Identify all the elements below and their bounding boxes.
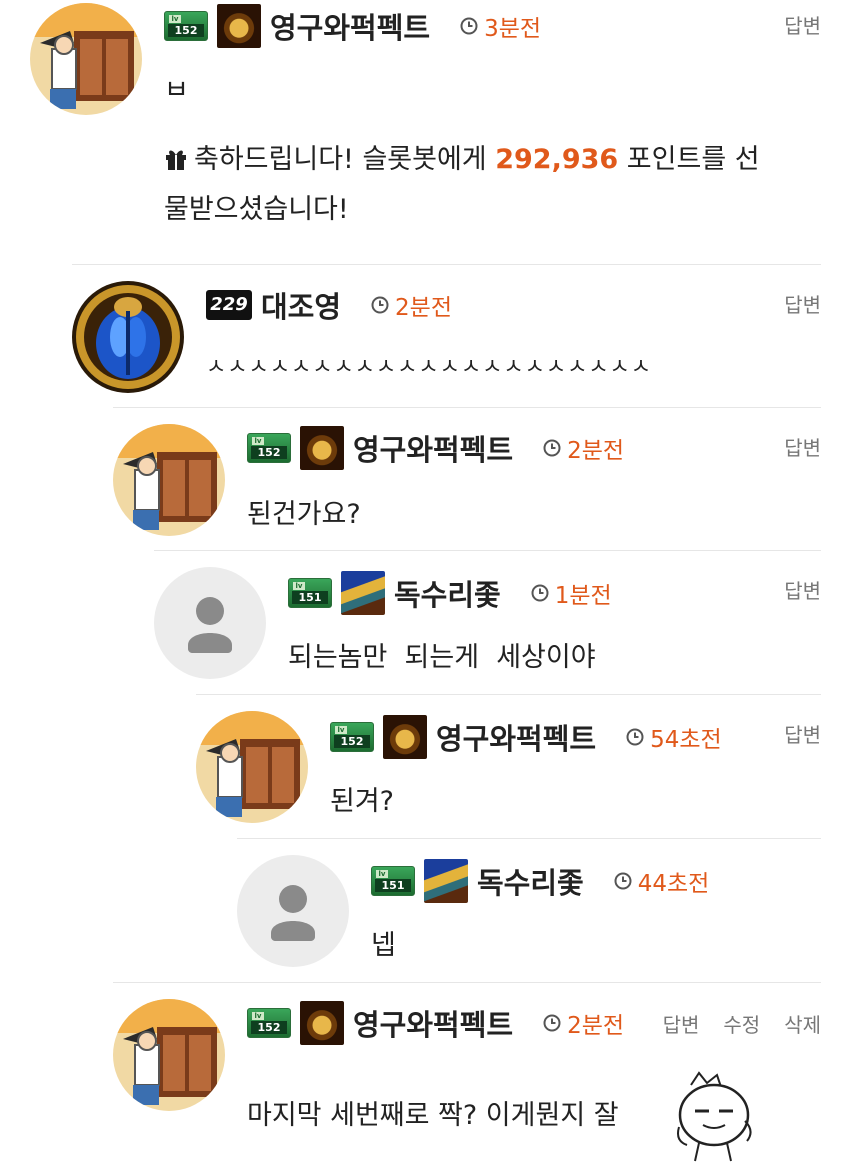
timestamp: 44초전 <box>614 864 709 898</box>
reply-button[interactable]: 답변 <box>784 719 821 748</box>
comment-item: lv 152 영구와퍽펙트 2분전 답변 된건가요? <box>113 407 821 550</box>
avatar-egypt-door-image <box>196 711 308 823</box>
avatar[interactable] <box>237 855 349 967</box>
comment-actions: 답변 <box>784 10 821 39</box>
comment-text: ㅂ <box>164 75 189 106</box>
sticker-emoticon-icon <box>677 1071 752 1162</box>
comment-item: 229 대조영 2분전 답변 ㅅㅅㅅㅅㅅㅅㅅㅅㅅㅅㅅㅅㅅㅅㅅㅅㅅㅅㅅㅅㅅ <box>72 264 821 407</box>
clock-icon <box>543 439 561 457</box>
clock-icon <box>460 17 478 35</box>
clock-icon <box>371 296 389 314</box>
comment-text: 되는놈만 되는게 세상이야 <box>288 642 596 673</box>
comment-header: lv 152 영구와퍽펙트 54초전 <box>330 715 722 759</box>
timestamp: 2분전 <box>543 431 624 465</box>
level-icon: lv 152 <box>164 11 208 41</box>
author-name[interactable]: 독수리좇 <box>394 572 501 614</box>
level-icon: lv 152 <box>247 1008 291 1038</box>
timestamp: 3분전 <box>460 9 541 43</box>
edit-button[interactable]: 수정 <box>723 1009 760 1038</box>
level-icon: lv 152 <box>247 433 291 463</box>
member-badge-icon <box>300 426 344 470</box>
gift-text-suffix: 포인트를 선 <box>618 144 760 175</box>
avatar-scarab-image <box>72 281 184 393</box>
clock-icon <box>531 584 549 602</box>
avatar-egypt-door-image <box>30 3 142 115</box>
avatar[interactable] <box>30 3 142 115</box>
comment-actions: 답변 <box>784 719 821 748</box>
author-name[interactable]: 영구와퍽펙트 <box>436 716 596 758</box>
level-icon: lv 151 <box>288 578 332 608</box>
avatar-egypt-door-image <box>113 424 225 536</box>
avatar-egypt-door-image <box>113 999 225 1111</box>
author-name[interactable]: 영구와퍽펙트 <box>353 427 513 469</box>
comment-item: lv 151 독수리좇 44초전 넵 <box>237 838 821 981</box>
comment-header: lv 151 독수리좇 1분전 <box>288 571 612 615</box>
delete-button[interactable]: 삭제 <box>784 1009 821 1038</box>
default-user-icon <box>271 885 315 941</box>
comment-text: 된겨? <box>330 786 395 817</box>
member-badge-icon <box>341 571 385 615</box>
comment-text: ㅅㅅㅅㅅㅅㅅㅅㅅㅅㅅㅅㅅㅅㅅㅅㅅㅅㅅㅅㅅㅅ <box>206 355 653 380</box>
comment-actions: 답변 <box>784 432 821 461</box>
timestamp: 1분전 <box>531 576 612 610</box>
comment-header: 229 대조영 2분전 <box>206 285 452 325</box>
level-icon: lv 151 <box>371 866 415 896</box>
gift-text: 축하드립니다! 슬롯봇에게 <box>194 144 496 175</box>
author-name[interactable]: 영구와퍽펙트 <box>353 1002 513 1044</box>
comment-actions: 답변 <box>784 289 821 318</box>
gift-points: 292,936 <box>495 144 619 175</box>
member-badge-icon <box>300 1001 344 1045</box>
clock-icon <box>614 872 632 890</box>
reply-button[interactable]: 답변 <box>663 1009 700 1038</box>
comment-item: lv 152 영구와퍽펙트 54초전 답변 된겨? <box>196 694 821 837</box>
member-badge-icon <box>424 859 468 903</box>
comment-actions: 답변 수정 삭제 <box>663 1009 821 1038</box>
level-icon: 229 <box>206 290 252 320</box>
gift-text-line2: 물받으셨습니다! <box>164 194 349 225</box>
comment-header: lv 152 영구와퍽펙트 3분전 <box>164 4 541 48</box>
timestamp: 54초전 <box>626 720 722 754</box>
reply-button[interactable]: 답변 <box>784 289 821 318</box>
comment-header: lv 152 영구와퍽펙트 2분전 <box>247 426 624 470</box>
reply-button[interactable]: 답변 <box>784 575 821 604</box>
comment-header: lv 152 영구와퍽펙트 2분전 <box>247 1001 624 1045</box>
author-name[interactable]: 독수리좇 <box>477 860 584 902</box>
comment-text: 마지막 세번째로 짝? 이게뭔지 잘 <box>247 1100 619 1131</box>
member-badge-icon <box>383 715 427 759</box>
timestamp: 2분전 <box>371 288 452 322</box>
timestamp: 2분전 <box>543 1006 624 1040</box>
author-name[interactable]: 대조영 <box>261 284 341 326</box>
comment-item: lv 152 영구와퍽펙트 3분전 답변 ㅂ 축하드립니다! 슬롯봇에게 292,… <box>30 0 821 262</box>
reply-button[interactable]: 답변 <box>784 432 821 461</box>
author-name[interactable]: 영구와퍽펙트 <box>270 5 430 47</box>
clock-icon <box>626 728 644 746</box>
avatar[interactable] <box>113 424 225 536</box>
avatar[interactable] <box>72 281 184 393</box>
avatar[interactable] <box>196 711 308 823</box>
comment-header: lv 151 독수리좇 44초전 <box>371 859 709 903</box>
comment-item: lv 152 영구와퍽펙트 2분전 답변 수정 삭제 마지막 세번째로 짝? 이게… <box>113 982 821 1171</box>
level-icon: lv 152 <box>330 722 374 752</box>
comment-text: 된건가요? <box>247 499 361 530</box>
reply-button[interactable]: 답변 <box>784 10 821 39</box>
avatar[interactable] <box>113 999 225 1111</box>
avatar[interactable] <box>154 567 266 679</box>
member-badge-icon <box>217 4 261 48</box>
gift-notice: 축하드립니다! 슬롯봇에게 292,936 포인트를 선물받으셨습니다! <box>164 135 824 235</box>
gift-icon <box>166 150 186 170</box>
comment-actions: 답변 <box>784 575 821 604</box>
default-user-icon <box>188 597 232 653</box>
comment-item: lv 151 독수리좇 1분전 답변 되는놈만 되는게 세상이야 <box>154 550 821 693</box>
comment-text: 넵 <box>371 930 396 961</box>
clock-icon <box>543 1014 561 1032</box>
